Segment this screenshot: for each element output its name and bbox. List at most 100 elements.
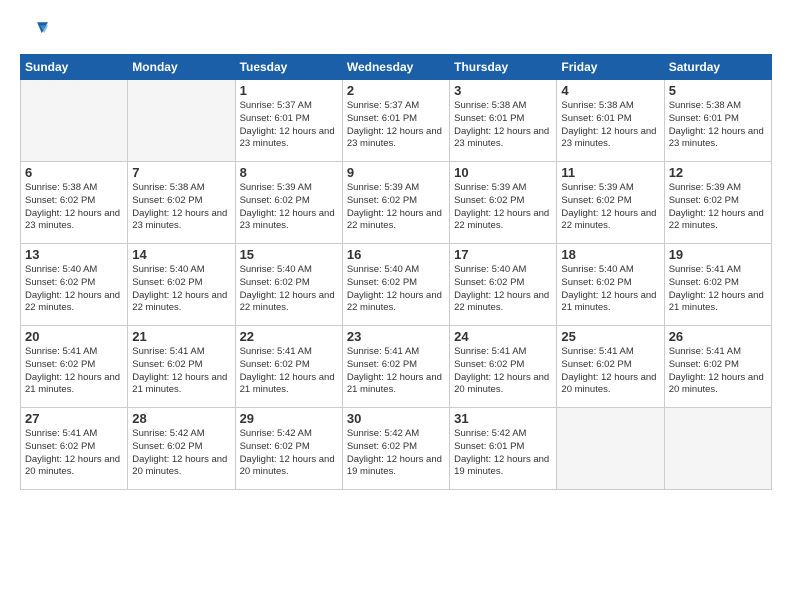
day-number: 16 xyxy=(347,247,445,262)
weekday-header-monday: Monday xyxy=(128,55,235,80)
day-number: 20 xyxy=(25,329,123,344)
page: SundayMondayTuesdayWednesdayThursdayFrid… xyxy=(0,0,792,612)
weekday-header-wednesday: Wednesday xyxy=(342,55,449,80)
calendar-cell: 29Sunrise: 5:42 AMSunset: 6:02 PMDayligh… xyxy=(235,408,342,490)
calendar-cell: 5Sunrise: 5:38 AMSunset: 6:01 PMDaylight… xyxy=(664,80,771,162)
calendar-cell: 11 Sunrise: 5:39 AMSunset: 6:02 PMDayligh… xyxy=(557,162,664,244)
weekday-header-sunday: Sunday xyxy=(21,55,128,80)
calendar-cell: 20 Sunrise: 5:41 AMSunset: 6:02 PMDayligh… xyxy=(21,326,128,408)
day-number: 17 xyxy=(454,247,552,262)
calendar-cell: 21 Sunrise: 5:41 AMSunset: 6:02 PMDayligh… xyxy=(128,326,235,408)
calendar-cell: 22 Sunrise: 5:41 AMSunset: 6:02 PMDayligh… xyxy=(235,326,342,408)
day-number: 29 xyxy=(240,411,338,426)
day-info: Sunrise: 5:42 AMSunset: 6:02 PMDaylight:… xyxy=(347,428,445,479)
calendar-cell: 17 Sunrise: 5:40 AMSunset: 6:02 PMDayligh… xyxy=(450,244,557,326)
day-info: Sunrise: 5:39 AMSunset: 6:02 PMDaylight:… xyxy=(669,182,767,233)
day-number: 9 xyxy=(347,165,445,180)
day-info: Sunrise: 5:42 AMSunset: 6:01 PMDaylight:… xyxy=(454,428,552,479)
day-number: 4 xyxy=(561,83,659,98)
logo-icon xyxy=(20,16,48,44)
day-number: 8 xyxy=(240,165,338,180)
week-row-5: 27 Sunrise: 5:41 AMSunset: 6:02 PMDayligh… xyxy=(21,408,772,490)
calendar-cell: 26 Sunrise: 5:41 AMSunset: 6:02 PMDayligh… xyxy=(664,326,771,408)
day-number: 22 xyxy=(240,329,338,344)
day-number: 28 xyxy=(132,411,230,426)
day-info: Sunrise: 5:40 AMSunset: 6:02 PMDaylight:… xyxy=(25,264,123,315)
day-number: 19 xyxy=(669,247,767,262)
day-number: 15 xyxy=(240,247,338,262)
calendar-cell: 13 Sunrise: 5:40 AMSunset: 6:02 PMDayligh… xyxy=(21,244,128,326)
calendar-cell: 30 Sunrise: 5:42 AMSunset: 6:02 PMDayligh… xyxy=(342,408,449,490)
calendar-cell xyxy=(664,408,771,490)
day-info: Sunrise: 5:40 AMSunset: 6:02 PMDaylight:… xyxy=(561,264,659,315)
calendar-cell: 8 Sunrise: 5:39 AMSunset: 6:02 PMDaylight… xyxy=(235,162,342,244)
day-info: Sunrise: 5:38 AMSunset: 6:02 PMDaylight:… xyxy=(25,182,123,233)
day-info: Sunrise: 5:39 AMSunset: 6:02 PMDaylight:… xyxy=(561,182,659,233)
day-info: Sunrise: 5:41 AMSunset: 6:02 PMDaylight:… xyxy=(561,346,659,397)
day-number: 31 xyxy=(454,411,552,426)
day-info: Sunrise: 5:37 AMSunset: 6:01 PMDaylight:… xyxy=(240,100,338,151)
day-info: Sunrise: 5:38 AMSunset: 6:02 PMDaylight:… xyxy=(132,182,230,233)
day-number: 3 xyxy=(454,83,552,98)
calendar-cell: 6 Sunrise: 5:38 AMSunset: 6:02 PMDaylight… xyxy=(21,162,128,244)
day-number: 11 xyxy=(561,165,659,180)
day-info: Sunrise: 5:41 AMSunset: 6:02 PMDaylight:… xyxy=(454,346,552,397)
day-info: Sunrise: 5:41 AMSunset: 6:02 PMDaylight:… xyxy=(669,264,767,315)
calendar-cell: 9 Sunrise: 5:39 AMSunset: 6:02 PMDaylight… xyxy=(342,162,449,244)
day-info: Sunrise: 5:39 AMSunset: 6:02 PMDaylight:… xyxy=(454,182,552,233)
calendar-cell: 15Sunrise: 5:40 AMSunset: 6:02 PMDayligh… xyxy=(235,244,342,326)
weekday-header-tuesday: Tuesday xyxy=(235,55,342,80)
calendar-cell: 31 Sunrise: 5:42 AMSunset: 6:01 PMDayligh… xyxy=(450,408,557,490)
day-number: 7 xyxy=(132,165,230,180)
calendar-cell: 7 Sunrise: 5:38 AMSunset: 6:02 PMDaylight… xyxy=(128,162,235,244)
day-number: 1 xyxy=(240,83,338,98)
week-row-3: 13 Sunrise: 5:40 AMSunset: 6:02 PMDayligh… xyxy=(21,244,772,326)
day-number: 27 xyxy=(25,411,123,426)
day-number: 5 xyxy=(669,83,767,98)
calendar-cell: 19 Sunrise: 5:41 AMSunset: 6:02 PMDayligh… xyxy=(664,244,771,326)
day-number: 23 xyxy=(347,329,445,344)
week-row-4: 20 Sunrise: 5:41 AMSunset: 6:02 PMDayligh… xyxy=(21,326,772,408)
day-info: Sunrise: 5:41 AMSunset: 6:02 PMDaylight:… xyxy=(25,346,123,397)
day-info: Sunrise: 5:41 AMSunset: 6:02 PMDaylight:… xyxy=(669,346,767,397)
weekday-header-saturday: Saturday xyxy=(664,55,771,80)
day-info: Sunrise: 5:42 AMSunset: 6:02 PMDaylight:… xyxy=(132,428,230,479)
calendar-cell: 12 Sunrise: 5:39 AMSunset: 6:02 PMDayligh… xyxy=(664,162,771,244)
day-info: Sunrise: 5:41 AMSunset: 6:02 PMDaylight:… xyxy=(240,346,338,397)
day-number: 14 xyxy=(132,247,230,262)
calendar-cell: 3 Sunrise: 5:38 AMSunset: 6:01 PMDaylight… xyxy=(450,80,557,162)
day-info: Sunrise: 5:40 AMSunset: 6:02 PMDaylight:… xyxy=(347,264,445,315)
day-info: Sunrise: 5:40 AMSunset: 6:02 PMDaylight:… xyxy=(454,264,552,315)
calendar-cell xyxy=(557,408,664,490)
calendar-cell: 4Sunrise: 5:38 AMSunset: 6:01 PMDaylight… xyxy=(557,80,664,162)
day-info: Sunrise: 5:39 AMSunset: 6:02 PMDaylight:… xyxy=(347,182,445,233)
day-number: 30 xyxy=(347,411,445,426)
day-number: 18 xyxy=(561,247,659,262)
calendar-cell: 16 Sunrise: 5:40 AMSunset: 6:02 PMDayligh… xyxy=(342,244,449,326)
weekday-header-friday: Friday xyxy=(557,55,664,80)
day-number: 2 xyxy=(347,83,445,98)
day-info: Sunrise: 5:37 AMSunset: 6:01 PMDaylight:… xyxy=(347,100,445,151)
calendar-cell: 24 Sunrise: 5:41 AMSunset: 6:02 PMDayligh… xyxy=(450,326,557,408)
day-info: Sunrise: 5:41 AMSunset: 6:02 PMDaylight:… xyxy=(347,346,445,397)
day-info: Sunrise: 5:41 AMSunset: 6:02 PMDaylight:… xyxy=(25,428,123,479)
weekday-header-row: SundayMondayTuesdayWednesdayThursdayFrid… xyxy=(21,55,772,80)
weekday-header-thursday: Thursday xyxy=(450,55,557,80)
day-number: 13 xyxy=(25,247,123,262)
day-info: Sunrise: 5:41 AMSunset: 6:02 PMDaylight:… xyxy=(132,346,230,397)
calendar-table: SundayMondayTuesdayWednesdayThursdayFrid… xyxy=(20,54,772,490)
calendar-cell: 2 Sunrise: 5:37 AMSunset: 6:01 PMDaylight… xyxy=(342,80,449,162)
day-info: Sunrise: 5:39 AMSunset: 6:02 PMDaylight:… xyxy=(240,182,338,233)
calendar-cell xyxy=(128,80,235,162)
header xyxy=(20,16,772,44)
day-number: 6 xyxy=(25,165,123,180)
day-number: 12 xyxy=(669,165,767,180)
calendar-cell: 25 Sunrise: 5:41 AMSunset: 6:02 PMDayligh… xyxy=(557,326,664,408)
calendar-cell: 23 Sunrise: 5:41 AMSunset: 6:02 PMDayligh… xyxy=(342,326,449,408)
day-number: 21 xyxy=(132,329,230,344)
day-info: Sunrise: 5:38 AMSunset: 6:01 PMDaylight:… xyxy=(454,100,552,151)
day-number: 24 xyxy=(454,329,552,344)
day-number: 25 xyxy=(561,329,659,344)
day-number: 26 xyxy=(669,329,767,344)
calendar-cell: 18 Sunrise: 5:40 AMSunset: 6:02 PMDayligh… xyxy=(557,244,664,326)
